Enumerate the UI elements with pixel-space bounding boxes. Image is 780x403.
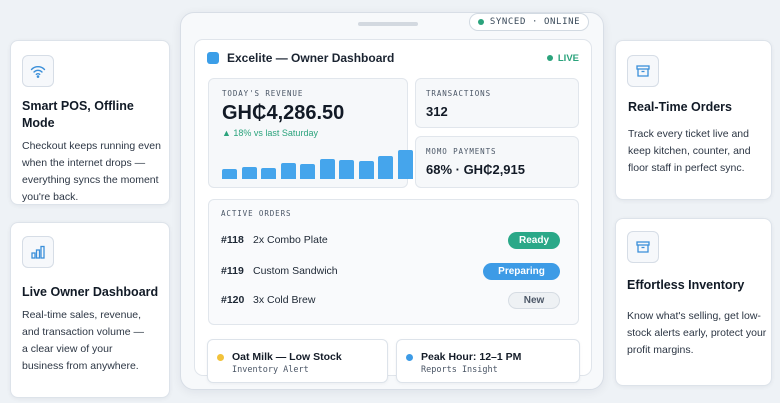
alert-card-low-stock[interactable]: Oat Milk — Low Stock Inventory Alert bbox=[207, 339, 388, 383]
revenue-bar bbox=[339, 160, 354, 179]
revenue-sparkbars bbox=[222, 147, 413, 179]
transactions-label: TRANSACTIONS bbox=[426, 89, 491, 98]
app-header: Excelite — Owner Dashboard LIVE bbox=[207, 49, 579, 67]
order-row[interactable]: #118 2x Combo Plate Ready bbox=[221, 230, 560, 250]
alert-card-peak-hour[interactable]: Peak Hour: 12–1 PM Reports Insight bbox=[396, 339, 580, 383]
alert-title: Peak Hour: 12–1 PM bbox=[421, 351, 522, 363]
app-title: Excelite — Owner Dashboard bbox=[227, 51, 395, 65]
order-id: #118 bbox=[221, 234, 244, 246]
feature-description: Track every ticket live and keep kitchen… bbox=[628, 128, 751, 174]
feature-description: Know what's selling, get low-stock alert… bbox=[627, 310, 767, 356]
transactions-panel[interactable]: TRANSACTIONS 312 bbox=[415, 78, 579, 128]
archive-box-icon bbox=[627, 231, 659, 263]
revenue-bar bbox=[319, 159, 335, 179]
status-dot-icon bbox=[477, 19, 484, 25]
feature-card-offline-pos: Smart POS, Offline Mode Checkout keeps r… bbox=[10, 40, 170, 205]
live-indicator: LIVE bbox=[546, 52, 579, 64]
order-item: 2x Combo Plate bbox=[253, 234, 328, 246]
revenue-label: TODAY'S REVENUE bbox=[222, 89, 304, 98]
alert-title: Oat Milk — Low Stock bbox=[232, 351, 342, 363]
revenue-bar bbox=[358, 161, 374, 179]
alert-subtitle: Inventory Alert bbox=[232, 365, 309, 375]
order-item: Custom Sandwich bbox=[253, 265, 338, 277]
momo-label: MOMO PAYMENTS bbox=[426, 147, 497, 156]
feature-card-inventory: Effortless Inventory Know what's selling… bbox=[615, 218, 772, 386]
revenue-bar bbox=[280, 163, 296, 179]
bar-chart-icon bbox=[22, 236, 54, 268]
alert-dot-icon bbox=[217, 354, 224, 361]
feature-title: Smart POS, Offline Mode bbox=[22, 99, 134, 130]
archive-box-icon bbox=[627, 55, 659, 87]
feature-description: Real-time sales, revenue, and transactio… bbox=[22, 309, 144, 372]
dashboard-screen: Excelite — Owner Dashboard LIVE TODAY'S … bbox=[194, 39, 592, 383]
active-orders-label: ACTIVE ORDERS bbox=[221, 209, 292, 218]
wifi-icon bbox=[22, 55, 54, 87]
feature-card-real-time-orders: Real-Time Orders Track every ticket live… bbox=[615, 40, 772, 200]
alert-subtitle: Reports Insight bbox=[421, 365, 498, 375]
momo-value: 68% · GH₵2,915 bbox=[426, 162, 525, 177]
feature-title: Effortless Inventory bbox=[627, 278, 745, 292]
order-row[interactable]: #120 3x Cold Brew New bbox=[221, 290, 560, 310]
momo-payments-panel[interactable]: MOMO PAYMENTS 68% · GH₵2,915 bbox=[415, 136, 579, 188]
app-logo-icon bbox=[207, 52, 219, 64]
revenue-bar bbox=[241, 167, 257, 179]
order-status-badge[interactable]: Ready bbox=[508, 231, 560, 249]
alert-dot-icon bbox=[406, 354, 413, 361]
revenue-value: GH₵4,286.50 bbox=[222, 102, 345, 124]
live-label: LIVE bbox=[557, 52, 579, 64]
revenue-bar bbox=[300, 164, 315, 179]
feature-title: Live Owner Dashboard bbox=[22, 285, 159, 299]
feature-title: Real-Time Orders bbox=[628, 100, 732, 114]
order-id: #119 bbox=[221, 265, 244, 277]
revenue-bar bbox=[378, 156, 393, 179]
revenue-bar bbox=[222, 169, 237, 179]
order-status-badge[interactable]: Preparing bbox=[483, 262, 560, 280]
order-item: 3x Cold Brew bbox=[253, 294, 316, 306]
live-dot-icon bbox=[546, 55, 553, 61]
order-id: #120 bbox=[221, 294, 245, 306]
device-notch bbox=[358, 22, 418, 26]
sync-status-text: SYNCED · ONLINE bbox=[489, 17, 581, 27]
revenue-delta: ▲ 18% vs last Saturday bbox=[222, 128, 318, 138]
order-row[interactable]: #119 Custom Sandwich Preparing bbox=[221, 261, 560, 281]
revenue-panel[interactable]: TODAY'S REVENUE GH₵4,286.50 ▲ 18% vs las… bbox=[208, 78, 413, 188]
revenue-bar bbox=[397, 150, 413, 179]
active-orders-panel: ACTIVE ORDERS #118 2x Combo Plate Ready … bbox=[208, 199, 579, 325]
dashboard-device-frame: SYNCED · ONLINE Excelite — Owner Dashboa… bbox=[180, 12, 604, 390]
revenue-bar bbox=[261, 168, 276, 179]
feature-card-owner-dashboard: Live Owner Dashboard Real-time sales, re… bbox=[10, 222, 170, 398]
transactions-value: 312 bbox=[426, 104, 448, 119]
order-status-badge[interactable]: New bbox=[508, 291, 560, 309]
sync-status-pill: SYNCED · ONLINE bbox=[469, 13, 589, 31]
feature-description: Checkout keeps running even when the int… bbox=[22, 140, 161, 203]
